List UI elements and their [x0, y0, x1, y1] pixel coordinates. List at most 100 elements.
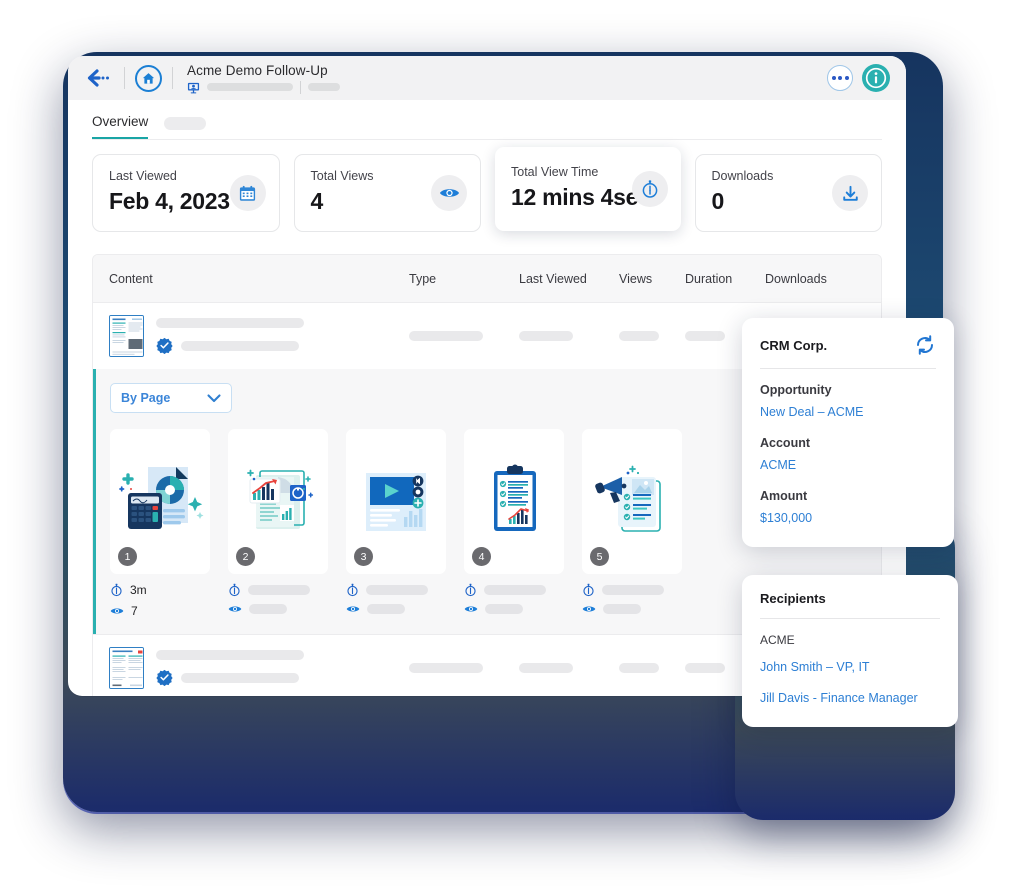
stopwatch-icon	[110, 583, 123, 597]
crm-field-label: Account	[760, 436, 810, 450]
crm-field-label: Opportunity	[760, 383, 832, 397]
column-header-downloads[interactable]: Downloads	[765, 272, 855, 286]
crm-panel-header: CRM Corp.	[760, 334, 936, 356]
crm-field-value-amount[interactable]: $130,000	[760, 511, 936, 525]
info-circle-icon[interactable]	[862, 64, 890, 92]
row-title-placeholder	[156, 318, 304, 328]
row-title-placeholder	[156, 650, 304, 660]
divider	[760, 618, 940, 619]
crm-field-value-account[interactable]: ACME	[760, 458, 936, 472]
eye-icon	[464, 604, 478, 614]
page-card[interactable]: 3	[346, 429, 446, 618]
row-text-placeholders	[156, 650, 304, 686]
page-metrics: 3m 7	[110, 583, 210, 618]
stat-card-total-views[interactable]: Total Views 4	[293, 154, 481, 232]
stat-card-total-view-time[interactable]: Total View Time 12 mins 4sec	[495, 147, 681, 231]
verified-check-icon	[156, 669, 173, 686]
document-thumbnail	[109, 647, 144, 689]
by-page-dropdown[interactable]: By Page	[110, 383, 232, 413]
column-header-last-viewed[interactable]: Last Viewed	[519, 272, 619, 286]
page-metrics	[464, 583, 564, 614]
page-number-badge: 1	[118, 547, 137, 566]
page-number-badge: 5	[590, 547, 609, 566]
stopwatch-icon	[464, 583, 477, 597]
stopwatch-icon	[228, 583, 241, 597]
page-duration-value: 3m	[130, 583, 147, 597]
page-metrics	[228, 583, 328, 614]
page-views-value: 7	[131, 604, 138, 618]
page-thumbnail[interactable]: 1	[110, 429, 210, 574]
page-views-placeholder	[249, 604, 287, 614]
divider	[300, 80, 301, 94]
by-page-dropdown-label: By Page	[121, 391, 171, 405]
page-duration-placeholder	[366, 585, 428, 595]
document-thumbnail	[109, 315, 144, 357]
verified-check-icon	[156, 337, 173, 354]
home-icon[interactable]	[135, 64, 162, 92]
stat-card-row: Last Viewed Feb 4, 2023 Total Views 4 To…	[68, 140, 906, 232]
tab-placeholder[interactable]	[164, 117, 207, 130]
page-thumbnail[interactable]: 2	[228, 429, 328, 574]
recipient-item[interactable]: Jill Davis - Finance Manager	[760, 691, 940, 705]
clipboard-chart-art	[494, 464, 536, 531]
page-number-badge: 2	[236, 547, 255, 566]
cell-views	[619, 331, 685, 341]
page-thumbnail[interactable]: 3	[346, 429, 446, 574]
cell-type	[409, 663, 519, 673]
eye-icon	[110, 606, 124, 616]
page-duration-placeholder	[484, 585, 546, 595]
download-icon	[832, 175, 868, 211]
page-thumbnail[interactable]: 4	[464, 429, 564, 574]
page-metrics	[346, 583, 446, 614]
cell-last-viewed	[519, 331, 619, 341]
divider	[124, 67, 125, 89]
stat-card-downloads[interactable]: Downloads 0	[694, 154, 882, 232]
page-card[interactable]: 5	[582, 429, 682, 618]
calendar-icon	[229, 175, 266, 211]
presenter-icon	[187, 81, 200, 94]
stat-card-last-viewed[interactable]: Last Viewed Feb 4, 2023	[92, 154, 280, 232]
eye-icon	[346, 604, 360, 614]
calculator-report-art	[119, 466, 204, 529]
stopwatch-icon	[631, 171, 668, 207]
row-subtitle-placeholder	[181, 672, 299, 683]
subtitle-placeholder-1	[207, 83, 293, 91]
cell-type	[409, 331, 519, 341]
column-header-type[interactable]: Type	[409, 272, 519, 286]
chart-document-art	[247, 469, 314, 529]
cell-views	[619, 663, 685, 673]
chevron-down-icon	[207, 393, 221, 403]
page-duration-placeholder	[602, 585, 664, 595]
column-header-duration[interactable]: Duration	[685, 272, 765, 286]
column-header-views[interactable]: Views	[619, 272, 685, 286]
tab-overview[interactable]: Overview	[92, 114, 149, 140]
screenshot-stage: Acme Demo Follow-Up Overview Last Viewed…	[0, 0, 1024, 886]
table-header-row: Content Type Last Viewed Views Duration …	[93, 255, 881, 303]
top-bar-actions	[827, 64, 890, 92]
page-duration-placeholder	[248, 585, 310, 595]
recipients-panel: Recipients ACME John Smith – VP, IT Jill…	[742, 575, 958, 727]
recipients-company: ACME	[760, 633, 795, 647]
page-thumbnail[interactable]: 5	[582, 429, 682, 574]
page-card[interactable]: 1 3m 7	[110, 429, 210, 618]
column-header-content[interactable]: Content	[109, 272, 409, 286]
eye-icon	[431, 175, 467, 211]
page-views-placeholder	[603, 604, 641, 614]
more-horizontal-icon[interactable]	[827, 65, 853, 91]
page-number-badge: 4	[472, 547, 491, 566]
subtitle-row	[187, 80, 340, 94]
eye-icon	[582, 604, 596, 614]
stopwatch-icon	[346, 583, 359, 597]
page-card[interactable]: 2	[228, 429, 328, 618]
crm-field-value-opportunity[interactable]: New Deal – ACME	[760, 405, 936, 419]
crm-panel-title: CRM Corp.	[760, 337, 828, 353]
refresh-icon[interactable]	[914, 334, 936, 356]
divider	[760, 368, 936, 369]
page-metrics	[582, 583, 682, 614]
cell-last-viewed	[519, 663, 619, 673]
recipient-item[interactable]: John Smith – VP, IT	[760, 660, 940, 674]
arrow-left-icon[interactable]	[84, 66, 114, 90]
page-card[interactable]: 4	[464, 429, 564, 618]
stopwatch-icon	[582, 583, 595, 597]
row-text-placeholders	[156, 318, 304, 354]
